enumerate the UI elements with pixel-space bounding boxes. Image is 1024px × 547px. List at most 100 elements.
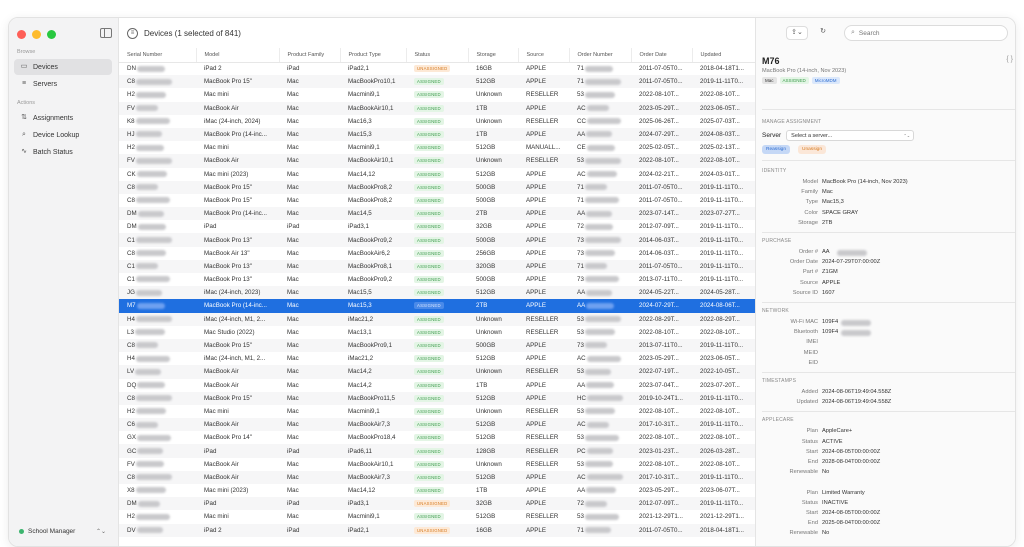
cell-order: 53 [569,365,631,379]
table-row[interactable]: GC iPad iPad iPad6,11 ASSIGNED 128GB RESELLER P… [119,444,755,458]
cell-updated: 2019-11-11T0... [692,497,755,511]
column-header[interactable]: Updated [692,48,756,63]
table-row[interactable]: C1 MacBook Pro 13" Mac MacBookPro8,1 ASSIGNE… [119,259,755,273]
table-row[interactable]: H2 Mac mini Mac Macmini9,1 ASSIGNED Unknown RE… [119,88,755,101]
cell-updated-text: 2019-11-11T0... [700,78,744,86]
table-row[interactable]: C8 MacBook Pro 15" Mac MacBookPro9,1 ASSIGNE… [119,338,755,353]
zoom-window-button[interactable] [47,30,56,39]
detail-value: Z1GM [822,269,838,276]
json-icon[interactable]: { } [1006,56,1013,63]
section-label-browse: Browse [17,49,36,55]
cell-source-text: RESELLER [526,315,559,323]
redacted-mask [584,236,621,243]
table-row[interactable]: C8 MacBook Pro 15" Mac MacBookPro10,1 ASSIGN… [119,75,755,89]
search-box[interactable]: ⌕ [844,25,1008,41]
refresh-icon[interactable]: ↻ [814,26,832,40]
table-row[interactable]: C8 MacBook Air 13" Mac MacBookAir6,2 ASSIGNE… [119,247,755,260]
table-row[interactable]: JG iMac (24-inch, 2023) Mac Mac15,5 ASSIGNED… [119,286,755,300]
table-row-selected[interactable]: M7 MacBook Pro (14-inc... Mac Mac15,3 ASSIGN… [119,299,755,313]
sidebar-item-batch-status[interactable]: ∿ Batch Status [14,144,112,160]
table-row[interactable]: CK Mac mini (2023) Mac Mac14,12 ASSIGNED 512G… [119,168,755,181]
column-header[interactable]: Product Family [279,48,341,63]
cell-source-text: APPLE [526,104,546,112]
share-icon[interactable]: ⇪⌄ [786,26,808,40]
table-row[interactable]: GX MacBook Pro 14" Mac MacBookPro18,4 ASSIGN… [119,431,755,444]
sidebar-item-device-lookup[interactable]: ⌕ Device Lookup [14,127,112,143]
table-row[interactable]: C8 MacBook Pro 15" Mac MacBookPro11,5 ASSIGN… [119,391,755,405]
cell-family-text: Mac [287,315,299,323]
table-row[interactable]: X8 Mac mini (2023) Mac Mac14,12 ASSIGNED 1TB A… [119,484,755,497]
column-header[interactable]: Product Type [340,48,407,63]
cell-order: HC [569,391,631,405]
sidebar-item-devices[interactable]: ▭ Devices [14,59,112,75]
table-row[interactable]: H4 iMac (24-inch, M1, 2... Mac iMac21,2 ASSI… [119,352,755,365]
table-row[interactable]: C1 MacBook Pro 13" Mac MacBookPro9,2 ASSIGNE… [119,233,755,247]
column-header[interactable]: Order Date [631,48,693,63]
minimize-window-button[interactable] [32,30,41,39]
cell-serial: C8 [119,391,196,405]
sidebar-item-assignments[interactable]: ⇅ Assignments [14,110,112,126]
table-row[interactable]: C6 MacBook Air Mac MacBookAir7,3 ASSIGNED 512… [119,418,755,432]
cell-updated-text: 2019-11-11T0... [700,223,744,231]
cell-order-text: 71 [577,183,584,191]
search-input[interactable] [858,29,989,37]
table-row[interactable]: H2 Mac mini Mac Macmini9,1 ASSIGNED 512GB MANU… [119,141,755,154]
cell-source: APPLE [518,338,569,353]
table-row[interactable]: C8 MacBook Pro 15" Mac MacBookPro8,2 ASSIGNE… [119,194,755,207]
cell-family: Mac [279,75,340,89]
close-window-button[interactable] [17,30,26,39]
cell-order-date: 2011-07-05T0... [631,75,692,89]
column-header[interactable]: Serial Number [119,48,197,63]
column-header[interactable]: Order Number [569,48,632,63]
table-row[interactable]: C8 MacBook Air Mac MacBookAir7,3 ASSIGNED 512… [119,470,755,484]
column-header[interactable]: Status [406,48,469,63]
detail-row: Order Date 2024-07-29T07:00:00Z [756,259,1015,269]
cell-updated: 2023-06-05T... [692,101,755,115]
table-row[interactable]: DQ MacBook Air Mac Mac14,2 ASSIGNED 1TB APPLE A… [119,379,755,392]
cell-updated: 2024-08-06T... [692,299,755,313]
table-row[interactable]: HJ MacBook Pro (14-inc... Mac Mac15,3 ASSIGN… [119,127,755,142]
table-row[interactable]: LV MacBook Air Mac Mac14,2 ASSIGNED Unknown RE… [119,365,755,379]
cell-source: APPLE [518,168,569,181]
status-badge: ASSIGNED [414,157,444,165]
table-row[interactable]: DN iPad 2 iPad iPad2,1 UNASSIGNED 16GB APPLE 71… [119,62,755,75]
table-row[interactable]: H2 Mac mini Mac Macmini9,1 ASSIGNED 512GB RESE… [119,510,755,523]
filter-icon[interactable]: ≡ [127,27,138,39]
cell-model: iMac (24-inch, 2024) [196,115,279,128]
cell-order-date-text: 2017-10-31T... [639,473,679,481]
table-row[interactable]: FV MacBook Air Mac MacBookAir10,1 ASSIGNED 1T… [119,101,755,115]
cell-storage: 16GB [468,62,518,75]
redacted-mask [586,170,617,177]
column-header[interactable]: Model [196,48,280,63]
cell-model: MacBook Air [196,101,279,115]
cell-order-date-text: 2011-07-05T0... [639,183,683,191]
divider [762,109,1015,110]
cell-order-text: 72 [577,500,584,508]
cell-family-text: Mac [287,342,299,350]
table-row[interactable]: H4 iMac (24-inch, M1, 2... Mac iMac21,2 ASSI… [119,312,755,326]
table-row[interactable]: H2 Mac mini Mac Macmini9,1 ASSIGNED Unknown RE… [119,405,755,418]
cell-source: APPLE [518,259,569,273]
cell-order-text: 53 [577,157,584,165]
unassign-button[interactable]: Unassign [798,145,826,154]
table-row[interactable]: DM MacBook Pro (14-inc... Mac Mac14,5 ASSIGN… [119,207,755,221]
cell-type: MacBookAir10,1 [340,458,406,471]
cell-source: APPLE [518,194,569,207]
cell-storage-text: 32GB [476,223,492,231]
table-row[interactable]: DM iPad iPad iPad3,1 ASSIGNED 32GB APPLE 72 2012… [119,220,755,233]
table-row[interactable]: DM iPad iPad iPad3,1 UNASSIGNED 32GB APPLE 72 20… [119,497,755,511]
column-header[interactable]: Storage [468,48,519,63]
table-row[interactable]: FV MacBook Air Mac MacBookAir10,1 ASSIGNED Un… [119,154,755,168]
table-row[interactable]: L3 Mac Studio (2022) Mac Mac13,1 ASSIGNED Unk… [119,326,755,339]
reassign-button[interactable]: Reassign [762,145,790,154]
table-row[interactable]: C1 MacBook Pro 13" Mac MacBookPro9,2 ASSIGNE… [119,273,755,286]
cell-status: ASSIGNED [406,510,468,523]
server-select[interactable]: Select a server... [786,130,915,141]
column-header[interactable]: Source [518,48,570,63]
table-row[interactable]: C8 MacBook Pro 15" Mac MacBookPro8,2 ASSIGNE… [119,180,755,194]
sidebar-toggle-icon[interactable] [100,28,112,38]
table-row[interactable]: FV MacBook Air Mac MacBookAir10,1 ASSIGNED Un… [119,458,755,471]
table-row[interactable]: K8 iMac (24-inch, 2024) Mac Mac16,3 ASSIGNED… [119,115,755,128]
table-row[interactable]: DV iPad 2 iPad iPad2,1 UNASSIGNED 16GB APPLE 71… [119,523,755,537]
sidebar-item-servers[interactable]: ≡ Servers [14,76,112,92]
